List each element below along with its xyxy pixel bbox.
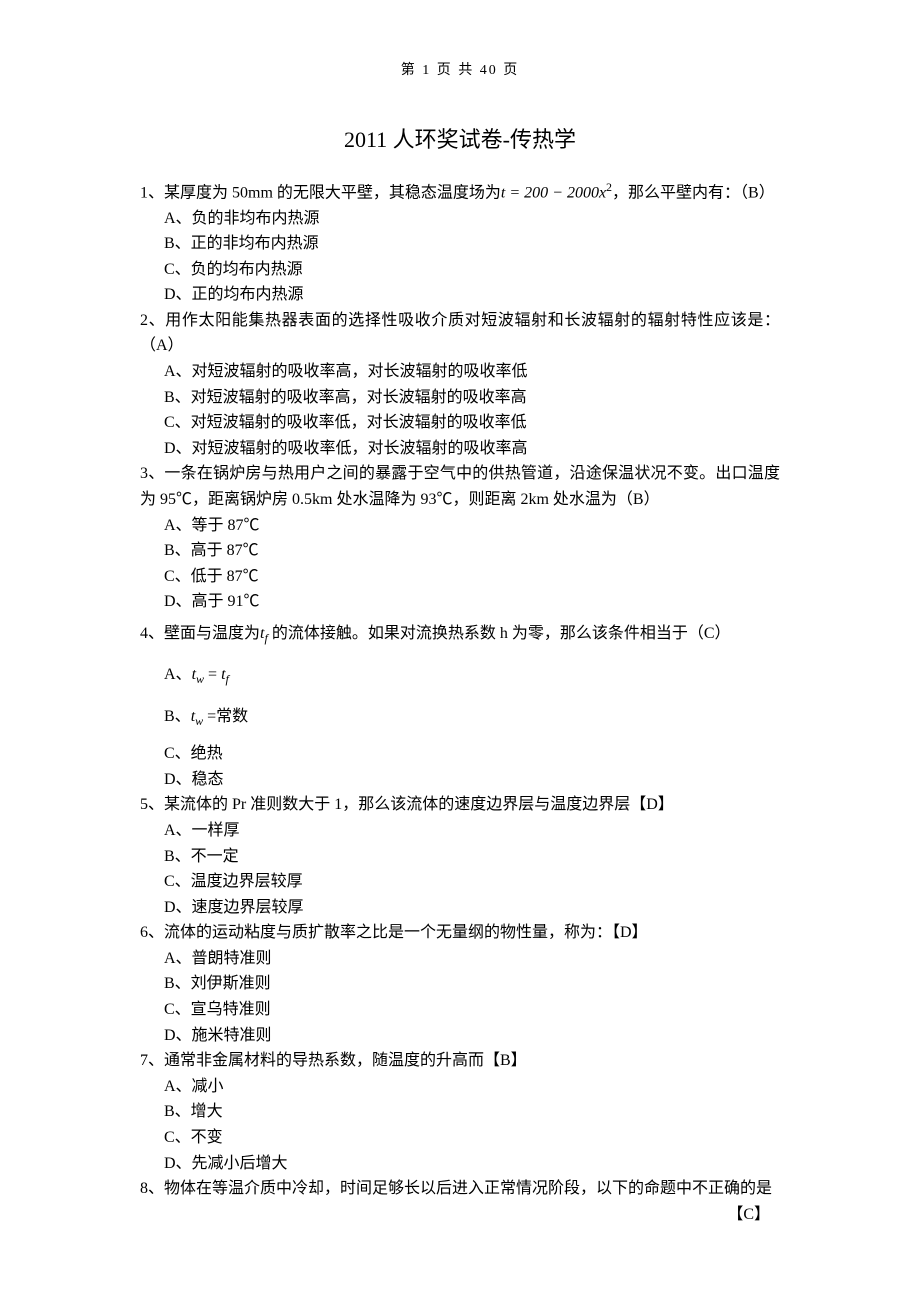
exam-title: 2011 人环奖试卷-传热学 [140,122,780,157]
q4a-label: A、 [164,666,192,683]
q2-option-a: A、对短波辐射的吸收率高，对长波辐射的吸收率低 [140,359,780,385]
q7-option-a: A、减小 [140,1074,780,1100]
question-7-stem: 7、通常非金属材料的导热系数，随温度的升高而【B】 [140,1048,780,1074]
question-6-stem: 6、流体的运动粘度与质扩散率之比是一个无量纲的物性量，称为：【D】 [140,920,780,946]
q2-option-b: B、对短波辐射的吸收率高，对长波辐射的吸收率高 [140,385,780,411]
q7-option-b: B、增大 [140,1099,780,1125]
q3-option-c: C、低于 87℃ [140,564,780,590]
q5-option-a: A、一样厚 [140,818,780,844]
q5-option-d: D、速度边界层较厚 [140,895,780,921]
question-2-stem: 2、用作太阳能集热器表面的选择性吸收介质对短波辐射和长波辐射的辐射特性应该是：（… [140,308,780,359]
q6-option-a: A、普朗特准则 [140,946,780,972]
q4-option-a: A、tw = tf [140,662,780,689]
question-3-stem: 3、一条在锅炉房与热用户之间的暴露于空气中的供热管道，沿途保温状况不变。出口温度… [140,461,780,512]
q4a-sub-a: w [196,673,204,687]
q5-option-b: B、不一定 [140,844,780,870]
q1-equation: t = 200 − 2000x [501,184,606,201]
q2-option-c: C、对短波辐射的吸收率低，对长波辐射的吸收率低 [140,410,780,436]
q5-option-c: C、温度边界层较厚 [140,869,780,895]
q4-prefix: 4、壁面与温度为 [140,625,260,642]
question-8-answer: 【C】 [140,1202,780,1228]
q4-option-c: C、绝热 [140,741,780,767]
q6-option-d: D、施米特准则 [140,1023,780,1049]
q4-option-d: D、稳态 [140,767,780,793]
page-header: 第 1 页 共 40 页 [140,60,780,82]
page-container: 第 1 页 共 40 页 2011 人环奖试卷-传热学 1、某厚度为 50mm … [0,0,920,1287]
q1-option-a: A、负的非均布内热源 [140,206,780,232]
q4a-sub-b: f [226,673,229,687]
q1-option-d: D、正的均布内热源 [140,282,780,308]
q1-option-c: C、负的均布内热源 [140,257,780,283]
q3-option-b: B、高于 87℃ [140,538,780,564]
q3-option-d: D、高于 91℃ [140,589,780,615]
q4b-eq: =常数 [203,708,248,725]
question-5-stem: 5、某流体的 Pr 准则数大于 1，那么该流体的速度边界层与温度边界层【D】 [140,792,780,818]
question-8-stem: 8、物体在等温介质中冷却，时间足够长以后进入正常情况阶段，以下的命题中不正确的是 [140,1176,780,1202]
question-4-stem: 4、壁面与温度为tf 的流体接触。如果对流换热系数 h 为零，那么该条件相当于（… [140,621,780,648]
q7-option-d: D、先减小后增大 [140,1151,780,1177]
q4-suffix: 的流体接触。如果对流换热系数 h 为零，那么该条件相当于（C） [268,625,731,642]
q1-option-b: B、正的非均布内热源 [140,231,780,257]
q6-option-c: C、宣乌特准则 [140,997,780,1023]
q4b-label: B、 [164,708,191,725]
q4b-sub-a: w [195,714,203,728]
q4-option-b: B、tw =常数 [140,704,780,731]
q3-option-a: A、等于 87℃ [140,513,780,539]
q4a-eq: = [204,666,221,683]
q2-option-d: D、对短波辐射的吸收率低，对长波辐射的吸收率高 [140,436,780,462]
question-1-stem: 1、某厚度为 50mm 的无限大平壁，其稳态温度场为t = 200 − 2000… [140,178,780,206]
q6-option-b: B、刘伊斯准则 [140,971,780,997]
q1-suffix: ，那么平壁内有：（B） [612,184,775,201]
q7-option-c: C、不变 [140,1125,780,1151]
q1-prefix: 1、某厚度为 50mm 的无限大平壁，其稳态温度场为 [140,184,501,201]
